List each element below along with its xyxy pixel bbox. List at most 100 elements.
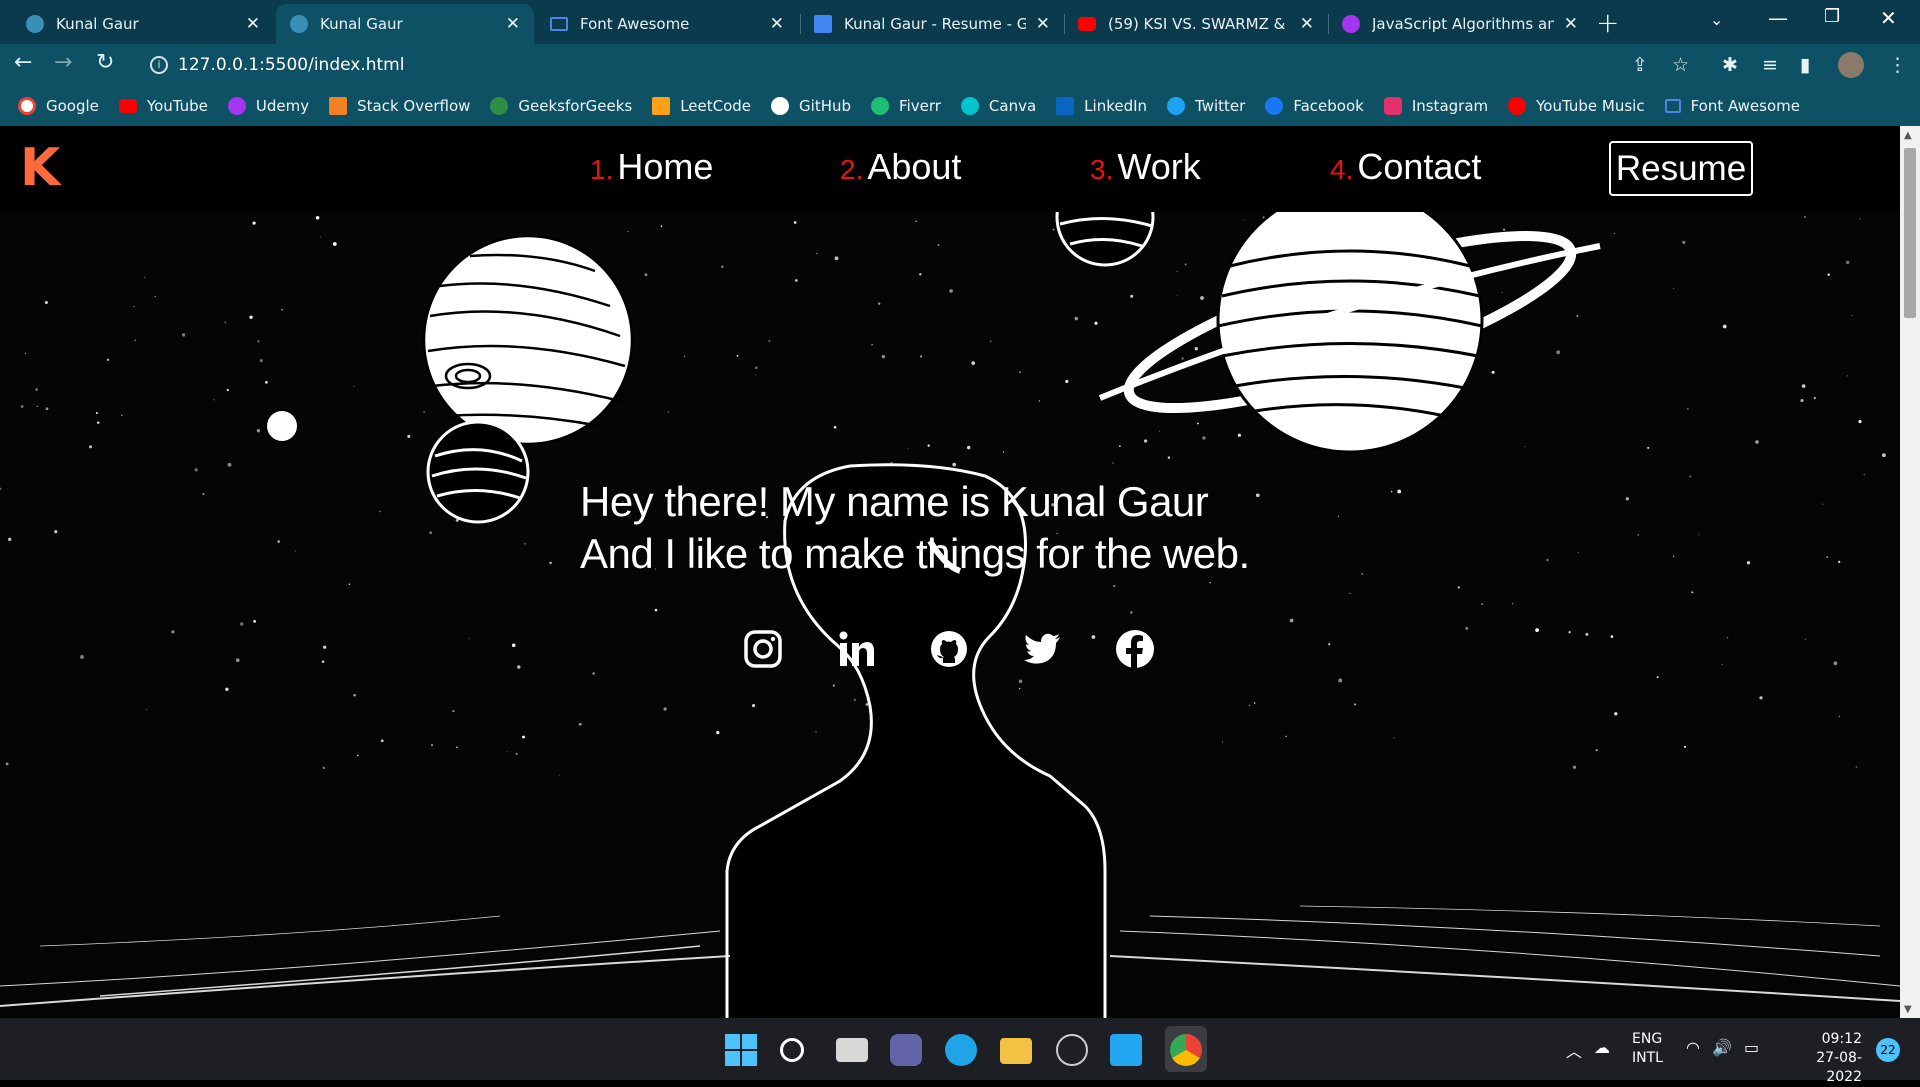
vscode-icon[interactable] xyxy=(1110,1034,1142,1066)
bookmark-facebook[interactable]: Facebook xyxy=(1265,97,1364,115)
scrollbar-thumb[interactable] xyxy=(1904,148,1916,318)
chrome-icon[interactable] xyxy=(1170,1034,1202,1066)
star xyxy=(927,444,930,447)
star xyxy=(1242,219,1244,221)
gfg-icon xyxy=(490,97,509,115)
bookmark-geeksforgeeks[interactable]: GeeksforGeeks xyxy=(490,97,632,115)
close-icon[interactable]: ✕ xyxy=(770,14,784,34)
hero-line-1: Hey there! My name is Kunal Gaur xyxy=(580,478,1209,525)
address-bar[interactable]: i 127.0.0.1:5500/index.html xyxy=(138,49,1698,81)
close-icon[interactable]: ✕ xyxy=(1036,14,1050,34)
tab-kunal-gaur-1[interactable]: Kunal Gaur ✕ xyxy=(12,4,274,44)
bookmark-linkedin[interactable]: LinkedIn xyxy=(1056,97,1147,115)
star xyxy=(1074,316,1079,321)
tab-youtube-video[interactable]: (59) KSI VS. SWARMZ & LU ✕ xyxy=(1064,4,1328,44)
clock[interactable]: 09:12 27-08-2022 xyxy=(1782,1030,1862,1087)
battery-icon[interactable]: ▭ xyxy=(1744,1038,1759,1057)
bookmark-fiverr[interactable]: Fiverr xyxy=(871,97,941,115)
restore-icon[interactable]: ❐ xyxy=(1824,6,1840,27)
volume-icon[interactable]: 🔊 xyxy=(1712,1038,1732,1057)
notification-badge[interactable]: 22 xyxy=(1876,1038,1900,1062)
bookmark-canva[interactable]: Canva xyxy=(960,97,1036,115)
instagram-icon[interactable] xyxy=(743,629,783,669)
tab-kunal-gaur-2[interactable]: Kunal Gaur ✕ xyxy=(276,4,534,44)
github-icon[interactable] xyxy=(929,629,969,669)
star xyxy=(348,583,351,585)
star xyxy=(1845,260,1850,265)
bookmark-youtube[interactable]: YouTube xyxy=(118,97,208,115)
minimize-icon[interactable]: — xyxy=(1768,6,1788,30)
linkedin-icon[interactable] xyxy=(836,629,876,669)
twitter-icon[interactable] xyxy=(1022,629,1062,669)
back-icon[interactable]: ← xyxy=(14,50,32,75)
menu-icon[interactable]: ⋮ xyxy=(1888,54,1907,76)
github-icon xyxy=(771,97,790,115)
star xyxy=(1113,584,1116,588)
windows-start-icon[interactable] xyxy=(725,1034,757,1066)
wifi-icon[interactable]: ◠ xyxy=(1686,1038,1700,1057)
star xyxy=(1721,663,1723,665)
forward-icon[interactable]: → xyxy=(54,50,72,75)
star xyxy=(1194,347,1198,351)
close-icon[interactable]: ✕ xyxy=(506,14,520,34)
close-window-icon[interactable]: ✕ xyxy=(1880,6,1897,30)
nav-contact[interactable]: 4. Contact xyxy=(1330,146,1481,188)
bookmark-youtube-music[interactable]: YouTube Music xyxy=(1508,97,1645,115)
bookmark-leetcode[interactable]: LeetCode xyxy=(652,97,751,115)
dell-icon[interactable] xyxy=(1056,1034,1088,1066)
share-icon[interactable]: ⇪ xyxy=(1632,54,1648,76)
docs-icon xyxy=(814,15,832,33)
star xyxy=(524,543,526,545)
site-logo[interactable]: K xyxy=(20,138,60,198)
star xyxy=(235,658,240,663)
onedrive-icon[interactable]: ☁ xyxy=(1594,1038,1610,1057)
star xyxy=(45,407,49,411)
new-tab-button[interactable]: + xyxy=(1596,6,1619,39)
tray-overflow-icon[interactable]: ︿ xyxy=(1566,1038,1582,1062)
tab-resume-doc[interactable]: Kunal Gaur - Resume - Goo ✕ xyxy=(800,4,1064,44)
bookmark-github[interactable]: GitHub xyxy=(771,97,851,115)
facebook-icon[interactable] xyxy=(1115,629,1155,669)
tab-title: Font Awesome xyxy=(580,15,690,33)
side-panel-icon[interactable]: ▮ xyxy=(1800,54,1810,76)
tab-font-awesome[interactable]: Font Awesome ✕ xyxy=(536,4,798,44)
star xyxy=(952,462,957,467)
scroll-down-icon[interactable]: ▼ xyxy=(1904,1004,1912,1015)
close-icon[interactable]: ✕ xyxy=(1564,14,1578,34)
language-indicator[interactable]: ENG INTL xyxy=(1632,1030,1663,1068)
bookmark-google[interactable]: Google xyxy=(18,97,99,115)
teams-chat-icon[interactable] xyxy=(890,1034,922,1066)
bookmark-udemy[interactable]: Udemy xyxy=(227,97,309,115)
star xyxy=(1556,350,1561,355)
star xyxy=(1130,294,1134,298)
extensions-icon[interactable]: ✱ xyxy=(1722,54,1738,76)
close-icon[interactable]: ✕ xyxy=(1300,14,1314,34)
close-icon[interactable]: ✕ xyxy=(246,14,260,34)
bookmark-font-awesome[interactable]: Font Awesome xyxy=(1664,97,1800,115)
star xyxy=(549,561,552,565)
resume-button[interactable]: Resume xyxy=(1609,141,1753,196)
media-control-icon[interactable]: ≡ xyxy=(1762,54,1778,76)
bookmark-twitter[interactable]: Twitter xyxy=(1167,97,1245,115)
profile-avatar[interactable] xyxy=(1838,52,1864,78)
stackoverflow-icon xyxy=(329,97,348,115)
star xyxy=(224,321,227,324)
bookmark-stack-overflow[interactable]: Stack Overflow xyxy=(329,97,470,115)
star xyxy=(44,300,48,305)
tab-udemy-course[interactable]: JavaScript Algorithms and D ✕ xyxy=(1328,4,1592,44)
search-icon[interactable] xyxy=(780,1038,804,1062)
tab-search-icon[interactable]: ⌄ xyxy=(1710,10,1723,29)
nav-home[interactable]: 1. Home xyxy=(590,146,713,188)
task-view-icon[interactable] xyxy=(836,1038,868,1062)
edge-icon[interactable] xyxy=(945,1034,977,1066)
bookmark-instagram[interactable]: Instagram xyxy=(1383,97,1488,115)
scroll-up-icon[interactable]: ▲ xyxy=(1904,130,1912,141)
site-info-icon[interactable]: i xyxy=(150,56,168,74)
nav-work[interactable]: 3. Work xyxy=(1090,146,1201,188)
star xyxy=(663,707,667,711)
reload-icon[interactable]: ↻ xyxy=(96,50,114,75)
file-explorer-icon[interactable] xyxy=(1000,1038,1032,1064)
bookmark-star-icon[interactable]: ☆ xyxy=(1672,54,1689,76)
nav-about[interactable]: 2. About xyxy=(840,146,961,188)
star xyxy=(332,242,337,246)
